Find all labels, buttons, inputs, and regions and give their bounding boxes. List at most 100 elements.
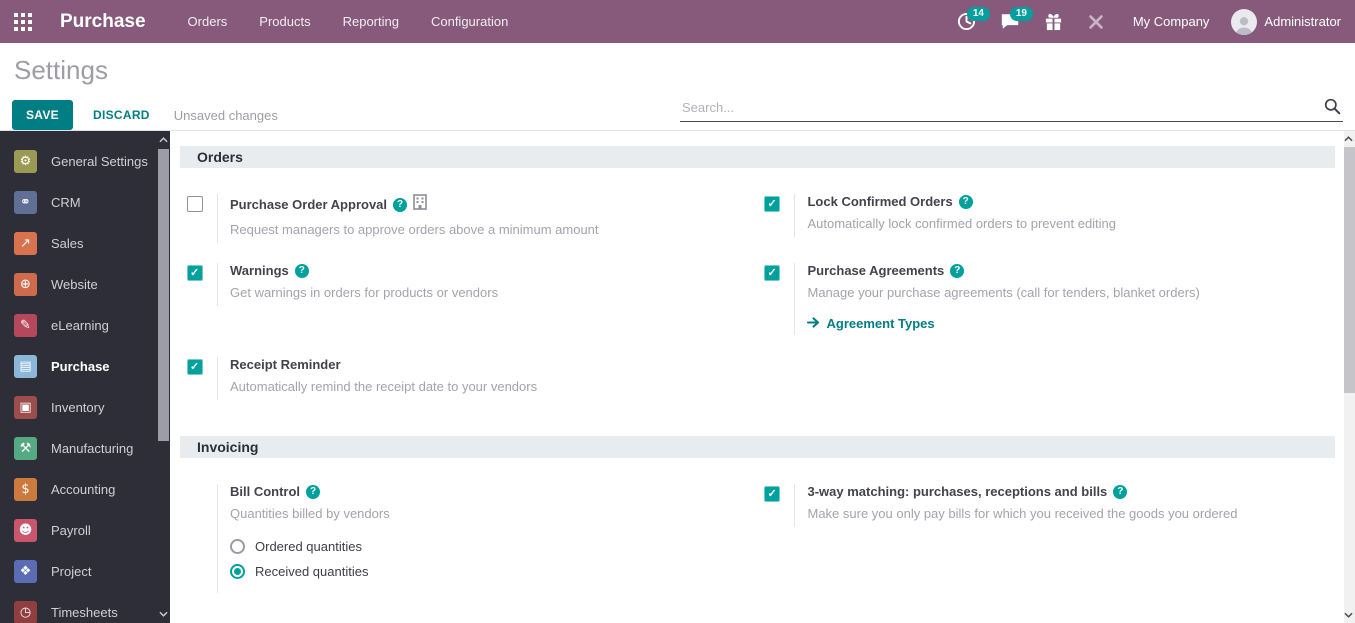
purchase-order-approval-checkbox[interactable] [187, 196, 203, 212]
sidebar-scroll-thumb[interactable] [158, 149, 169, 441]
bill-control-options: Ordered quantities Received quantities [230, 539, 741, 579]
setting-label[interactable]: Lock Confirmed Orders [807, 194, 952, 209]
search-input[interactable] [680, 96, 1343, 122]
radio-ordered-quantities[interactable]: Ordered quantities [230, 539, 741, 554]
help-icon[interactable]: ? [1113, 484, 1128, 499]
sidebar-items: ⚙ General Settings ⚭ CRM ↗ Sales ⊕ Website ✎ eLea… [0, 141, 170, 623]
help-icon[interactable]: ? [393, 197, 408, 212]
sidebar-item-website[interactable]: ⊕ Website [0, 264, 170, 305]
activities-badge: 14 [966, 7, 990, 21]
setting-lock-confirmed-orders: Lock Confirmed Orders ? Automatically lo… [764, 194, 1318, 237]
setting-label[interactable]: 3-way matching: purchases, receptions an… [807, 484, 1107, 499]
search-box [680, 96, 1343, 122]
settings-main: Orders Purchase Order Approval ? Request… [170, 131, 1355, 623]
chevron-up-icon[interactable] [157, 133, 170, 147]
sidebar-item-label: CRM [51, 195, 81, 210]
setting-description: Automatically lock confirmed orders to p… [807, 216, 1117, 231]
lock-confirmed-orders-checkbox[interactable] [764, 196, 781, 212]
presentation-icon: ✎ [14, 314, 37, 337]
setting-label[interactable]: Purchase Order Approval [230, 197, 387, 212]
warnings-checkbox[interactable] [187, 265, 203, 281]
sidebar-item-label: Inventory [51, 400, 105, 415]
section-header-invoicing: Invoicing [180, 436, 1335, 458]
sidebar-item-crm[interactable]: ⚭ CRM [0, 182, 170, 223]
menu-orders[interactable]: Orders [176, 8, 240, 35]
sidebar-item-label: Sales [51, 236, 84, 251]
sidebar-item-elearning[interactable]: ✎ eLearning [0, 305, 170, 346]
setting-bill-control: Bill Control ? Quantities billed by vend… [187, 484, 741, 593]
help-icon[interactable]: ? [958, 194, 973, 209]
sidebar-item-project[interactable]: ❖ Project [0, 551, 170, 592]
sidebar-item-timesheets[interactable]: ◷ Timesheets [0, 592, 170, 623]
setting-label[interactable]: Warnings [230, 263, 289, 278]
setting-warnings: Warnings ? Get warnings in orders for pr… [187, 263, 741, 306]
menu-reporting[interactable]: Reporting [331, 8, 411, 35]
help-icon[interactable]: ? [950, 263, 965, 278]
activities-icon[interactable]: 14 [947, 6, 990, 37]
settings-sidebar: ⚙ General Settings ⚭ CRM ↗ Sales ⊕ Website ✎ eLea… [0, 131, 170, 623]
sidebar-item-general-settings[interactable]: ⚙ General Settings [0, 141, 170, 182]
radio-icon[interactable] [230, 564, 245, 579]
sidebar-item-payroll[interactable]: ☻ Payroll [0, 510, 170, 551]
sidebar-item-accounting[interactable]: $ Accounting [0, 469, 170, 510]
sidebar-item-inventory[interactable]: ▣ Inventory [0, 387, 170, 428]
topbar: Purchase Orders Products Reporting Configur… [0, 0, 1355, 43]
setting-label[interactable]: Receipt Reminder [230, 357, 341, 372]
sidebar-item-label: Accounting [51, 482, 116, 497]
sidebar-item-purchase[interactable]: ▤ Purchase [0, 346, 170, 387]
tools-icon[interactable] [1077, 7, 1115, 37]
unsaved-changes-label: Unsaved changes [173, 107, 278, 123]
top-menu: Orders Products Reporting Configuration [176, 8, 521, 35]
main-scroll-thumb[interactable] [1344, 147, 1355, 393]
radio-received-quantities[interactable]: Received quantities [230, 564, 741, 579]
setting-label[interactable]: Purchase Agreements [807, 263, 944, 278]
user-name: Administrator [1264, 14, 1341, 29]
help-icon[interactable]: ? [306, 484, 321, 499]
setting-description: Request managers to approve orders above… [230, 222, 599, 237]
sidebar-item-label: Purchase [51, 359, 110, 374]
chevron-down-icon[interactable] [157, 607, 170, 621]
purchase-agreements-checkbox[interactable] [764, 265, 781, 281]
handshake-icon: ⚭ [14, 191, 37, 214]
radio-icon[interactable] [230, 539, 245, 554]
sidebar-item-sales[interactable]: ↗ Sales [0, 223, 170, 264]
help-icon[interactable]: ? [294, 263, 309, 278]
setting-purchase-agreements: Purchase Agreements ? Manage your purcha… [764, 263, 1318, 335]
search-icon[interactable] [1324, 98, 1341, 120]
chevron-up-icon[interactable] [1342, 132, 1355, 146]
receipt-reminder-checkbox[interactable] [187, 359, 203, 375]
apps-grid-icon[interactable] [0, 0, 46, 43]
avatar [1231, 8, 1258, 35]
stopwatch-icon: ◷ [14, 601, 37, 623]
three-way-matching-checkbox[interactable] [764, 486, 781, 502]
user-menu[interactable]: Administrator [1227, 8, 1345, 35]
sidebar-scrollbar[interactable] [157, 131, 170, 623]
briefcase-icon: ❖ [14, 560, 37, 583]
arrow-right-icon [807, 316, 820, 331]
app-title[interactable]: Purchase [60, 11, 146, 33]
sidebar-item-label: Manufacturing [51, 441, 134, 456]
setting-receipt-reminder: Receipt Reminder Automatically remind th… [187, 357, 741, 400]
company-switcher[interactable]: My Company [1119, 14, 1224, 29]
main-scrollbar[interactable] [1344, 131, 1355, 623]
agreement-types-link[interactable]: Agreement Types [807, 316, 1318, 331]
gift-icon[interactable] [1034, 6, 1073, 37]
setting-description: Get warnings in orders for products or v… [230, 285, 499, 300]
chevron-down-icon[interactable] [1342, 608, 1355, 622]
employee-icon: ☻ [14, 519, 37, 542]
messages-icon[interactable]: 19 [990, 6, 1033, 37]
sidebar-item-label: Website [51, 277, 98, 292]
sidebar-item-label: eLearning [51, 318, 109, 333]
sidebar-item-manufacturing[interactable]: ⚒ Manufacturing [0, 428, 170, 469]
page-title: Settings [14, 55, 108, 85]
globe-icon: ⊕ [14, 273, 37, 296]
sidebar-item-label: Payroll [51, 523, 91, 538]
discard-button[interactable]: DISCARD [93, 108, 150, 122]
save-button[interactable]: SAVE [12, 100, 73, 130]
setting-description: Manage your purchase agreements (call fo… [807, 285, 1200, 300]
menu-configuration[interactable]: Configuration [419, 8, 520, 35]
setting-label[interactable]: Bill Control [230, 484, 300, 499]
chart-up-icon: ↗ [14, 232, 37, 255]
menu-products[interactable]: Products [247, 8, 322, 35]
sidebar-item-label: Timesheets [51, 605, 118, 620]
